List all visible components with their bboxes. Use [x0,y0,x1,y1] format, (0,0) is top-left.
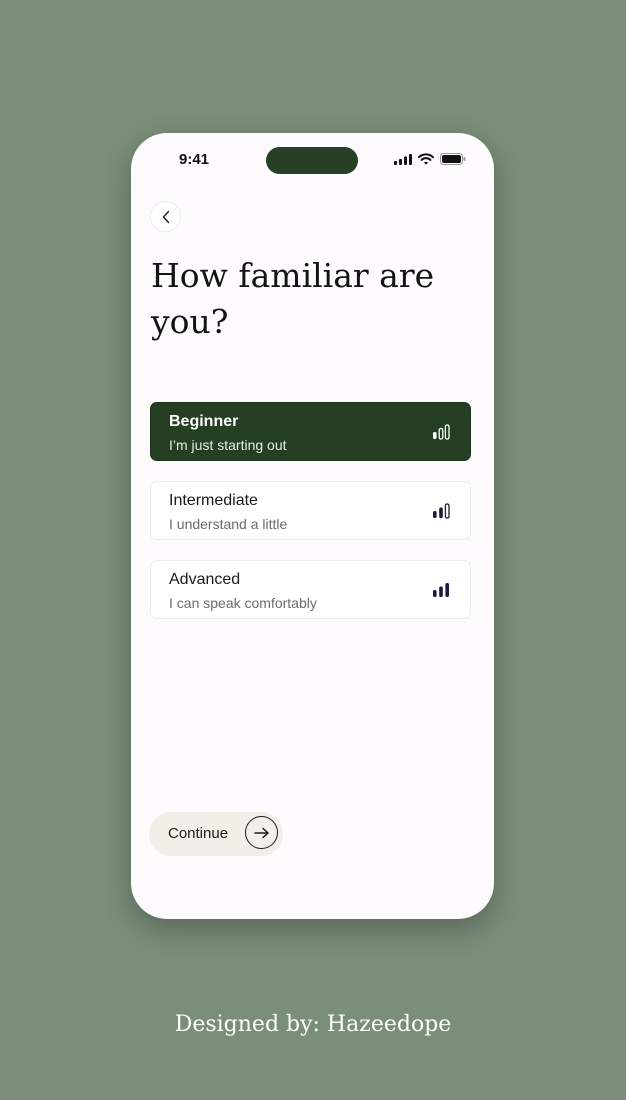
option-title: Beginner [169,413,239,430]
phone-screen: 9:41 How familiar are you? Beginner I’m … [131,133,494,919]
option-subtitle: I understand a little [169,516,288,532]
status-icons [394,153,466,165]
continue-label: Continue [168,825,229,842]
continue-button[interactable]: Continue [149,812,283,856]
option-intermediate[interactable]: Intermediate I understand a little [150,481,471,540]
back-button[interactable] [150,201,181,232]
arrow-right-icon [253,827,269,838]
option-title: Advanced [169,571,241,588]
designer-credit: Designed by: Hazeedope [174,1012,452,1037]
arrow-circle [245,816,278,849]
page-title: How familiar are you? [151,256,435,341]
level-bars-icon [433,503,450,519]
chevron-left-icon [162,210,169,223]
signal-icon [394,153,412,165]
battery-icon [440,153,466,165]
dynamic-island [266,147,358,174]
level-bars-icon [433,424,450,440]
level-bars-icon [433,583,449,597]
status-time: 9:41 [179,151,210,168]
wifi-icon [418,153,434,165]
option-advanced[interactable]: Advanced I can speak comfortably [150,560,471,619]
option-subtitle: I’m just starting out [169,437,287,453]
option-beginner[interactable]: Beginner I’m just starting out [150,402,471,461]
option-title: Intermediate [169,492,258,509]
option-subtitle: I can speak comfortably [169,595,317,611]
